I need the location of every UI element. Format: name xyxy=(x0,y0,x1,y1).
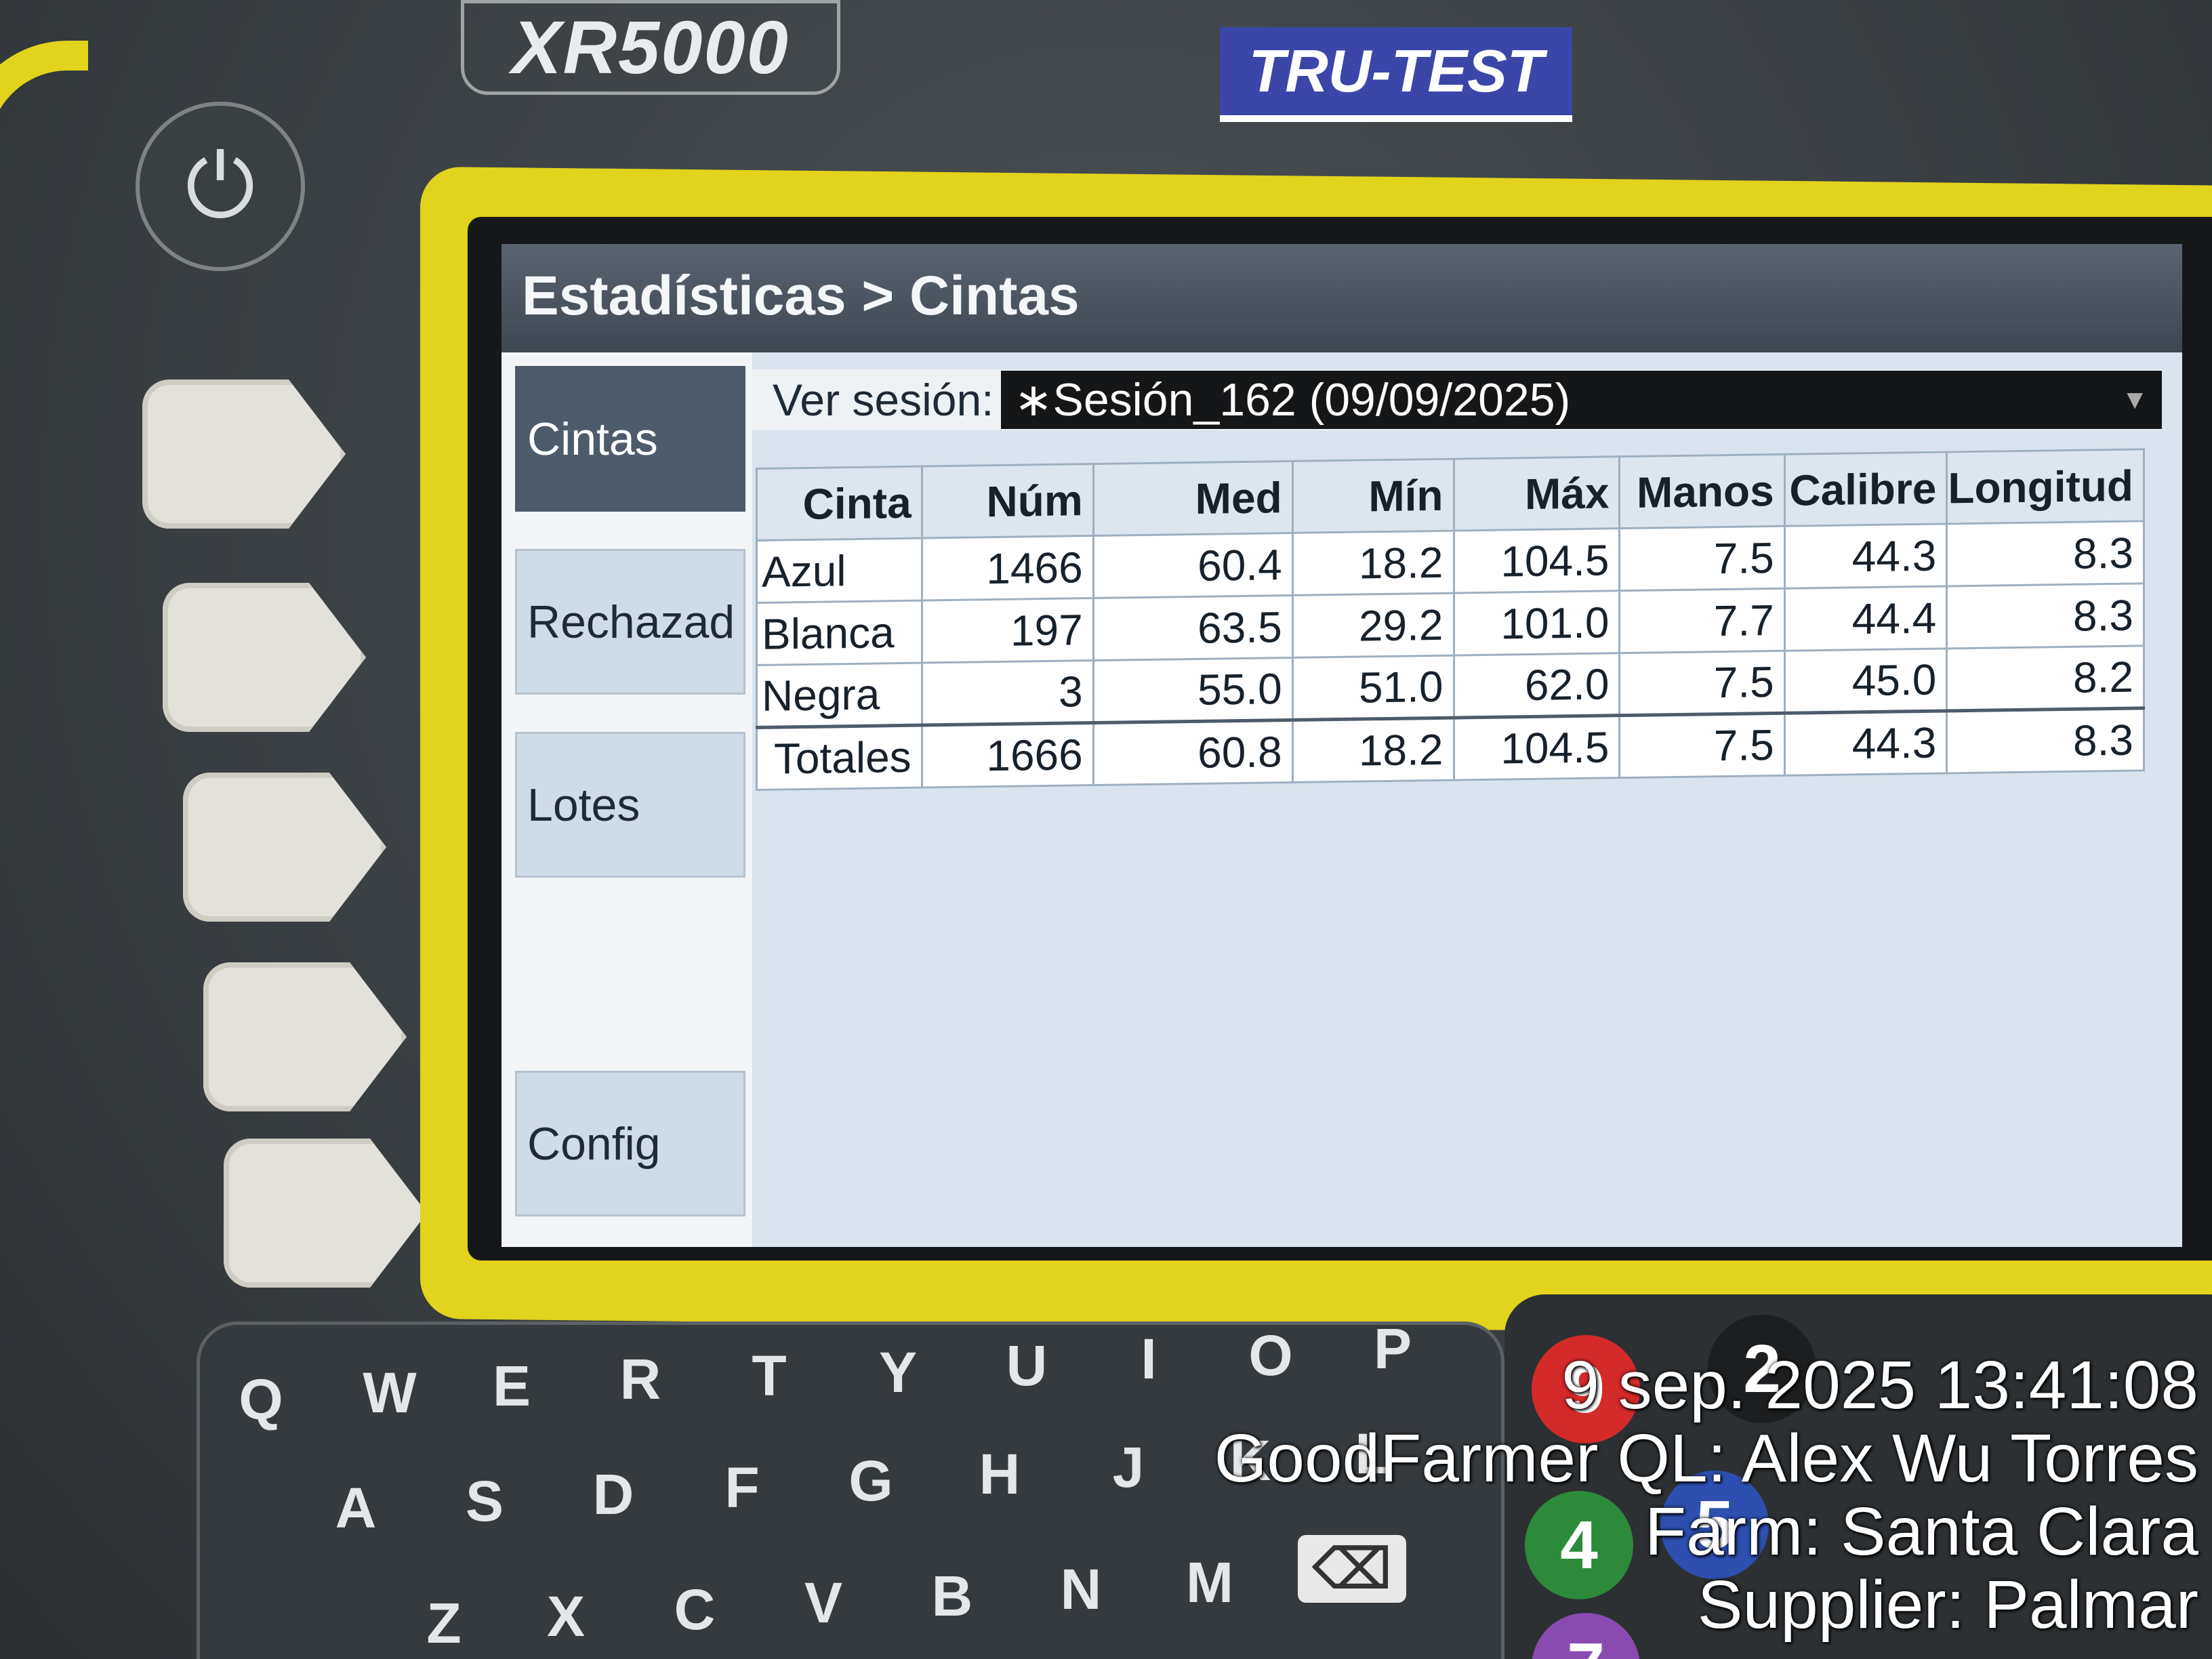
key-n[interactable]: N xyxy=(1040,1549,1122,1630)
col-header-num[interactable]: Núm xyxy=(922,464,1094,539)
device-rim xyxy=(0,41,88,1659)
soft-key-2[interactable] xyxy=(163,583,366,732)
cell-cinta: Azul xyxy=(756,538,922,603)
cell-calibre: 45.0 xyxy=(1784,648,1947,714)
key-b[interactable]: B xyxy=(912,1555,993,1637)
brand-logo: TRU-TEST xyxy=(1220,27,1572,122)
soft-key-1[interactable] xyxy=(142,380,346,529)
key-v[interactable]: V xyxy=(783,1562,864,1643)
cell-longitud: 8.3 xyxy=(1946,583,2144,649)
session-row: Ver sesión: ∗Sesión_162 (09/09/2025) ▼ xyxy=(752,369,2162,430)
key-w[interactable]: W xyxy=(349,1352,430,1433)
cell-max: 101.0 xyxy=(1454,590,1620,656)
cell-num: 1666 xyxy=(922,722,1094,788)
key-t[interactable]: T xyxy=(729,1335,810,1416)
overlay-supplier: Supplier: Palmar xyxy=(1697,1567,2198,1643)
key-r[interactable]: R xyxy=(600,1338,681,1420)
col-header-longitud[interactable]: Longitud xyxy=(1946,449,2144,524)
session-value: ∗Sesión_162 (09/09/2025) xyxy=(1014,373,1571,426)
cell-longitud: 8.2 xyxy=(1946,645,2144,711)
cell-longitud: 8.3 xyxy=(1946,520,2144,586)
photo-overlay: 9 sep. 2025 13:41:08 GoodFarmer QL: Alex… xyxy=(1114,1349,2198,1641)
key-d[interactable]: D xyxy=(573,1454,654,1535)
stats-table-wrap: Cinta Núm Med Mín Máx Manos Calibre Long… xyxy=(756,448,2145,791)
overlay-inspector: GoodFarmer QL: Alex Wu Torres xyxy=(1214,1420,2198,1496)
cell-med: 55.0 xyxy=(1093,657,1293,723)
cell-manos: 7.7 xyxy=(1619,588,1785,653)
cell-med: 60.8 xyxy=(1093,720,1293,785)
cell-cinta: Blanca xyxy=(756,600,922,665)
power-button[interactable]: ⏻ xyxy=(136,102,305,271)
session-label: Ver sesión: xyxy=(773,375,994,425)
soft-key-3[interactable] xyxy=(183,773,386,922)
cell-min: 18.2 xyxy=(1292,531,1454,596)
key-e[interactable]: E xyxy=(471,1345,552,1427)
sidebar: Cintas Rechazad Lotes Config xyxy=(501,352,752,1247)
cell-num: 1466 xyxy=(922,535,1094,601)
col-header-cinta[interactable]: Cinta xyxy=(756,466,922,541)
cell-num: 3 xyxy=(922,660,1094,726)
power-icon: ⏻ xyxy=(185,136,255,235)
tab-rechazad[interactable]: Rechazad xyxy=(515,549,745,695)
cell-cinta: Negra xyxy=(756,663,922,728)
key-g[interactable]: G xyxy=(830,1440,912,1521)
tab-config[interactable]: Config xyxy=(515,1071,745,1216)
cell-manos: 7.5 xyxy=(1619,651,1785,716)
stats-table: Cinta Núm Med Mín Máx Manos Calibre Long… xyxy=(756,448,2145,791)
device-screen: Estadísticas > Cintas Cintas Rechazad Lo… xyxy=(501,244,2182,1247)
cell-calibre: 44.4 xyxy=(1784,586,1947,651)
cell-calibre: 44.3 xyxy=(1784,710,1947,776)
model-label: XR5000 xyxy=(461,0,840,95)
cell-calibre: 44.3 xyxy=(1784,523,1947,589)
key-c[interactable]: C xyxy=(654,1569,735,1650)
col-header-med[interactable]: Med xyxy=(1093,461,1293,536)
key-a[interactable]: A xyxy=(315,1467,396,1549)
cell-max: 62.0 xyxy=(1454,653,1620,718)
key-h[interactable]: H xyxy=(959,1433,1040,1515)
key-q[interactable]: Q xyxy=(220,1359,302,1440)
chevron-down-icon: ▼ xyxy=(2121,384,2148,415)
cell-med: 60.4 xyxy=(1093,533,1293,598)
col-header-calibre[interactable]: Calibre xyxy=(1784,451,1947,527)
overlay-datetime: 9 sep. 2025 13:41:08 xyxy=(1561,1347,2198,1423)
device-body: XR5000 TRU-TEST ⏻ Estadísticas > Cintas … xyxy=(0,0,2212,1659)
col-header-manos[interactable]: Manos xyxy=(1619,454,1785,529)
soft-key-5[interactable] xyxy=(224,1139,427,1288)
session-dropdown[interactable]: ∗Sesión_162 (09/09/2025) ▼ xyxy=(1000,371,2162,429)
cell-min: 18.2 xyxy=(1292,718,1454,783)
key-u[interactable]: U xyxy=(986,1325,1067,1406)
cell-max: 104.5 xyxy=(1454,528,1620,594)
cell-longitud: 8.3 xyxy=(1946,708,2144,773)
page-title: Estadísticas > Cintas xyxy=(501,244,2182,352)
cell-max: 104.5 xyxy=(1454,715,1620,781)
key-s[interactable]: S xyxy=(444,1460,525,1542)
tab-lotes[interactable]: Lotes xyxy=(515,732,745,878)
soft-key-4[interactable] xyxy=(203,962,407,1111)
cell-manos: 7.5 xyxy=(1619,713,1785,778)
cell-min: 51.0 xyxy=(1292,655,1454,720)
cell-min: 29.2 xyxy=(1292,593,1454,658)
cell-totals-label: Totales xyxy=(756,725,922,790)
key-y[interactable]: Y xyxy=(857,1332,939,1413)
overlay-farm: Farm: Santa Clara xyxy=(1645,1494,2198,1570)
tab-cintas[interactable]: Cintas xyxy=(515,366,745,512)
cell-num: 197 xyxy=(922,598,1094,663)
key-z[interactable]: Z xyxy=(403,1582,485,1659)
col-header-max[interactable]: Máx xyxy=(1454,456,1620,531)
cell-manos: 7.5 xyxy=(1619,526,1785,591)
col-header-min[interactable]: Mín xyxy=(1292,459,1454,533)
cell-med: 63.5 xyxy=(1093,595,1293,661)
key-x[interactable]: X xyxy=(525,1576,607,1657)
key-f[interactable]: F xyxy=(701,1447,783,1528)
